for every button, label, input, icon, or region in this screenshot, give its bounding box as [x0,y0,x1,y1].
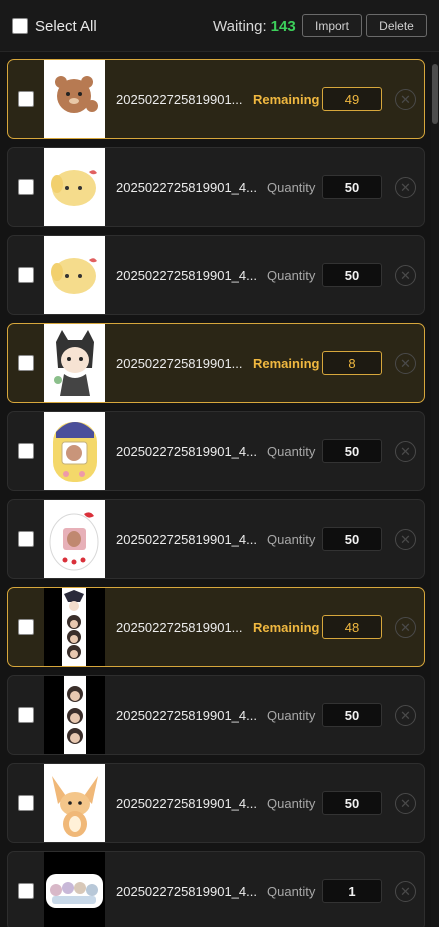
close-icon: ✕ [400,180,411,195]
item-filename: 2025022725819901_4... [116,180,257,195]
item-filename: 2025022725819901_4... [116,884,257,899]
item-checkbox[interactable] [18,179,34,195]
item-thumbnail [44,236,105,314]
item-filename: 2025022725819901_4... [116,532,257,547]
item-quantity-input[interactable]: 8 [322,351,382,375]
item-quantity-input[interactable]: 50 [322,175,382,199]
item-thumbnail [44,412,105,490]
item-quantity-input[interactable]: 50 [322,791,382,815]
close-icon: ✕ [400,708,411,723]
remove-item-button[interactable]: ✕ [395,89,416,110]
close-icon: ✕ [400,884,411,899]
item-quantity-label: Remaining [253,92,320,107]
select-all-checkbox[interactable] [12,18,28,34]
close-icon: ✕ [400,268,411,283]
item-checkbox[interactable] [18,91,34,107]
item-checkbox[interactable] [18,443,34,459]
item-filename: 2025022725819901... [116,92,243,107]
remove-item-button[interactable]: ✕ [395,177,416,198]
remove-item-button[interactable]: ✕ [395,441,416,462]
close-icon: ✕ [400,532,411,547]
close-icon: ✕ [400,444,411,459]
list-item[interactable]: 2025022725819901... Remaining 49 ✕ [7,59,425,139]
item-checkbox[interactable] [18,267,34,283]
remove-item-button[interactable]: ✕ [395,529,416,550]
waiting-label: Waiting: [213,18,267,35]
item-quantity-input[interactable]: 50 [322,439,382,463]
item-quantity-input[interactable]: 1 [322,879,382,903]
item-filename: 2025022725819901_4... [116,444,257,459]
item-quantity-input[interactable]: 50 [322,527,382,551]
item-checkbox[interactable] [18,795,34,811]
item-filename: 2025022725819901... [116,356,243,371]
item-thumbnail [44,676,105,754]
remove-item-button[interactable]: ✕ [395,265,416,286]
import-button[interactable]: Import [302,14,362,37]
item-filename: 2025022725819901_4... [116,708,257,723]
item-quantity-label: Quantity [267,708,316,723]
item-quantity-input[interactable]: 50 [322,263,382,287]
item-thumbnail [44,852,105,927]
remove-item-button[interactable]: ✕ [395,617,416,638]
item-quantity-label: Quantity [267,532,316,547]
item-thumbnail [44,148,105,226]
item-filename: 2025022725819901... [116,620,243,635]
item-quantity-label: Remaining [253,620,320,635]
list-item[interactable]: 2025022725819901_4... Quantity 50 ✕ [7,147,425,227]
item-quantity-label: Remaining [253,356,320,371]
select-all-label: Select All [35,17,97,35]
item-checkbox[interactable] [18,619,34,635]
remove-item-button[interactable]: ✕ [395,705,416,726]
list-item[interactable]: 2025022725819901_4... Quantity 50 ✕ [7,411,425,491]
list-item[interactable]: 2025022725819901_4... Quantity 50 ✕ [7,763,425,843]
remove-item-button[interactable]: ✕ [395,881,416,902]
list-item[interactable]: 2025022725819901... Remaining 8 ✕ [7,323,425,403]
item-filename: 2025022725819901_4... [116,268,257,283]
scrollbar-thumb[interactable] [432,64,438,124]
waiting-count: 143 [270,18,296,35]
item-thumbnail [44,60,105,138]
select-all-toggle[interactable]: Select All [12,17,97,35]
item-checkbox[interactable] [18,883,34,899]
list-item[interactable]: 2025022725819901_4... Quantity 1 ✕ [7,851,425,927]
scrollbar[interactable] [431,52,439,927]
item-thumbnail [44,324,105,402]
close-icon: ✕ [400,796,411,811]
item-quantity-label: Quantity [267,444,316,459]
close-icon: ✕ [400,620,411,635]
item-checkbox[interactable] [18,531,34,547]
item-filename: 2025022725819901_4... [116,796,257,811]
toolbar: Select All Waiting: 143 Import Delete [0,0,439,52]
item-checkbox[interactable] [18,355,34,371]
item-thumbnail [44,764,105,842]
remove-item-button[interactable]: ✕ [395,353,416,374]
item-thumbnail [44,588,105,666]
item-quantity-label: Quantity [267,884,316,899]
item-thumbnail [44,500,105,578]
item-checkbox[interactable] [18,707,34,723]
item-quantity-input[interactable]: 50 [322,703,382,727]
list-item[interactable]: 2025022725819901_4... Quantity 50 ✕ [7,499,425,579]
item-quantity-label: Quantity [267,796,316,811]
remove-item-button[interactable]: ✕ [395,793,416,814]
item-quantity-input[interactable]: 48 [322,615,382,639]
list-item[interactable]: 2025022725819901_4... Quantity 50 ✕ [7,675,425,755]
item-quantity-label: Quantity [267,180,316,195]
list-item[interactable]: 2025022725819901_4... Quantity 50 ✕ [7,235,425,315]
list-item[interactable]: 2025022725819901... Remaining 48 ✕ [7,587,425,667]
item-quantity-input[interactable]: 49 [322,87,382,111]
delete-button[interactable]: Delete [366,14,427,37]
item-quantity-label: Quantity [267,268,316,283]
close-icon: ✕ [400,92,411,107]
close-icon: ✕ [400,356,411,371]
waiting-status: Waiting: 143 [213,18,296,35]
